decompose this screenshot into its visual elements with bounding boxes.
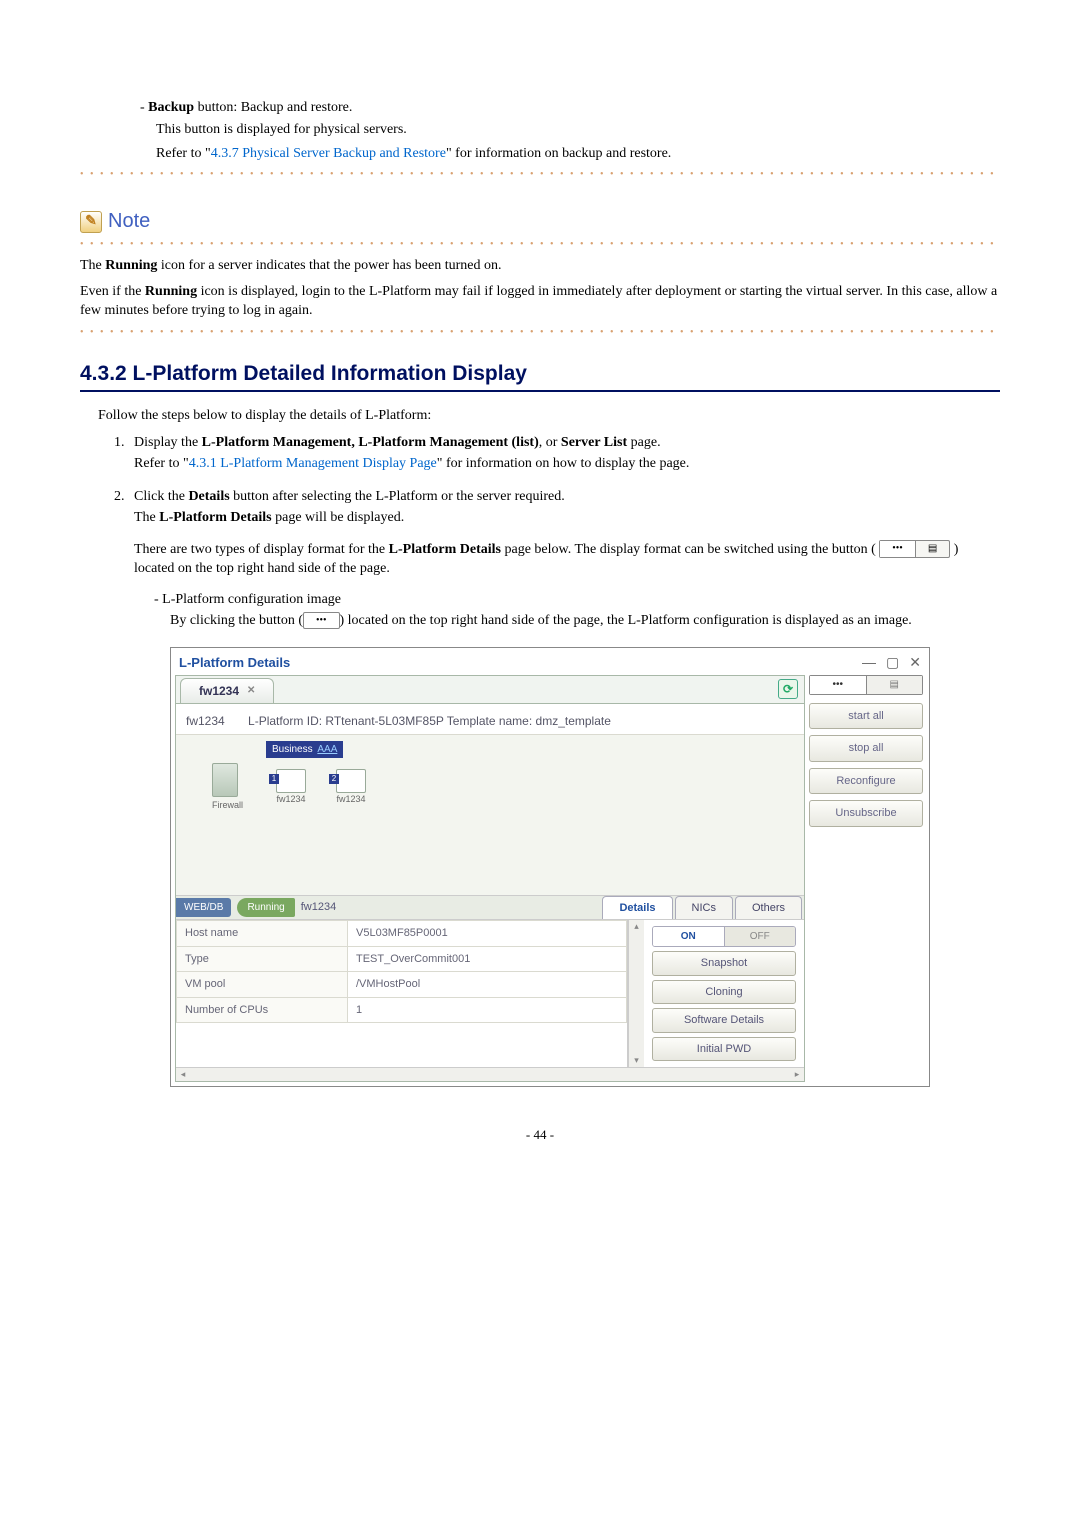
properties-table: Host nameV5L03MF85P0001 TypeTEST_OverCom… (176, 920, 628, 1067)
note-heading: ✎ Note (80, 210, 1000, 233)
lplatform-details-window: L-Platform Details — ▢ ✕ fw1234✕ ⟳ fw123… (170, 647, 930, 1088)
power-toggle[interactable]: ONOFF (652, 926, 796, 947)
step2-p2: There are two types of display format fo… (134, 540, 1000, 579)
mini-toggle-btn[interactable]: ••• (303, 612, 340, 629)
lp-meta: L-Platform ID: RTtenant-5L03MF85P Templa… (248, 714, 611, 728)
backup-rest: button: Backup and restore. (194, 100, 352, 115)
tab-nics[interactable]: NICs (675, 896, 733, 920)
main-panel: fw1234✕ ⟳ fw1234 L-Platform ID: RTtenant… (175, 675, 805, 1083)
node-2[interactable]: 2fw1234 (336, 769, 366, 807)
minimize-icon[interactable]: — (862, 652, 876, 673)
toggle-pair-inline[interactable]: •••▤ (879, 540, 950, 558)
config-image-title: - L-Platform configuration image (154, 589, 1000, 610)
table-row: TypeTEST_OverCommit001 (177, 946, 627, 972)
dash: - (140, 100, 148, 115)
tab-others[interactable]: Others (735, 896, 802, 920)
close-icon[interactable]: ✕ (909, 652, 921, 673)
reconfigure-button[interactable]: Reconfigure (809, 768, 923, 795)
step-2: Click the Details button after selecting… (128, 486, 1000, 1088)
right-sidebar: •••▤ start all stop all Reconfigure Unsu… (809, 675, 929, 1087)
view-toggle[interactable]: •••▤ (809, 675, 923, 695)
refresh-icon[interactable]: ⟳ (778, 679, 798, 699)
t2: " for information on backup and restore. (446, 146, 671, 161)
business-link[interactable]: AAA (317, 744, 337, 755)
steps-list: Display the L-Platform Management, L-Pla… (128, 432, 1000, 1088)
server-name: fw1234 (301, 899, 336, 916)
detail-bar: WEB/DB Running fw1234 Details NICs Other… (176, 895, 804, 921)
tag-running: Running (237, 898, 294, 917)
vertical-scrollbar[interactable]: ▴▾ (628, 920, 644, 1067)
info-row: fw1234 L-Platform ID: RTtenant-5L03MF85P… (176, 704, 804, 735)
backup-link[interactable]: 4.3.7 Physical Server Backup and Restore (211, 146, 446, 161)
topology-diagram: Business AAA Firewall 1fw1234 2fw1234 (176, 735, 804, 895)
initial-pwd-button[interactable]: Initial PWD (652, 1037, 796, 1062)
step1-link[interactable]: 4.3.1 L-Platform Management Display Page (189, 456, 437, 471)
dots-divider-3: • • • • • • • • • • • • • • • • • • • • … (80, 327, 1000, 338)
software-details-button[interactable]: Software Details (652, 1008, 796, 1033)
section-title: 4.3.2 L-Platform Detailed Information Di… (80, 362, 1000, 392)
table-row: VM pool/VMHostPool (177, 972, 627, 998)
tab-fw1234[interactable]: fw1234✕ (180, 678, 274, 703)
unsubscribe-button[interactable]: Unsubscribe (809, 800, 923, 827)
backup-bold: Backup (148, 100, 194, 115)
window-titlebar: L-Platform Details — ▢ ✕ (171, 648, 929, 675)
step-1: Display the L-Platform Management, L-Pla… (128, 432, 1000, 474)
node-1[interactable]: 1fw1234 (276, 769, 306, 807)
window-title: L-Platform Details (179, 653, 290, 673)
maximize-icon[interactable]: ▢ (886, 652, 899, 673)
action-sidebar: ONOFF Snapshot Cloning Software Details … (644, 920, 804, 1067)
firewall-icon[interactable]: Firewall (212, 763, 243, 813)
tab-row: fw1234✕ ⟳ (176, 676, 804, 704)
stop-all-button[interactable]: stop all (809, 735, 923, 762)
t: Refer to " (156, 146, 211, 161)
page-number: - 44 - (80, 1127, 1000, 1143)
table-row: Number of CPUs1 (177, 997, 627, 1023)
business-label: Business AAA (266, 741, 343, 758)
backup-bullet: - Backup button: Backup and restore. (140, 100, 1000, 116)
dots-divider: • • • • • • • • • • • • • • • • • • • • … (80, 169, 1000, 180)
table-row: Host nameV5L03MF85P0001 (177, 921, 627, 947)
horizontal-scrollbar[interactable]: ◂▸ (176, 1067, 804, 1081)
section-lead: Follow the steps below to display the de… (98, 406, 1000, 426)
backup-sub2: Refer to "4.3.7 Physical Server Backup a… (156, 144, 1000, 164)
cloning-button[interactable]: Cloning (652, 980, 796, 1005)
dots-divider-2: • • • • • • • • • • • • • • • • • • • • … (80, 239, 1000, 250)
tag-webdb: WEB/DB (176, 898, 231, 917)
tab-details[interactable]: Details (602, 896, 672, 920)
note-p1: The Running icon for a server indicates … (80, 256, 1000, 276)
config-image-body: By clicking the button (•••) located on … (170, 610, 1000, 631)
start-all-button[interactable]: start all (809, 703, 923, 730)
tab-close-icon[interactable]: ✕ (247, 683, 255, 698)
note-label: Note (108, 210, 150, 233)
lp-name: fw1234 (186, 714, 225, 728)
note-p2: Even if the Running icon is displayed, l… (80, 282, 1000, 321)
backup-sub1: This button is displayed for physical se… (156, 120, 1000, 140)
note-icon: ✎ (80, 211, 102, 233)
snapshot-button[interactable]: Snapshot (652, 951, 796, 976)
